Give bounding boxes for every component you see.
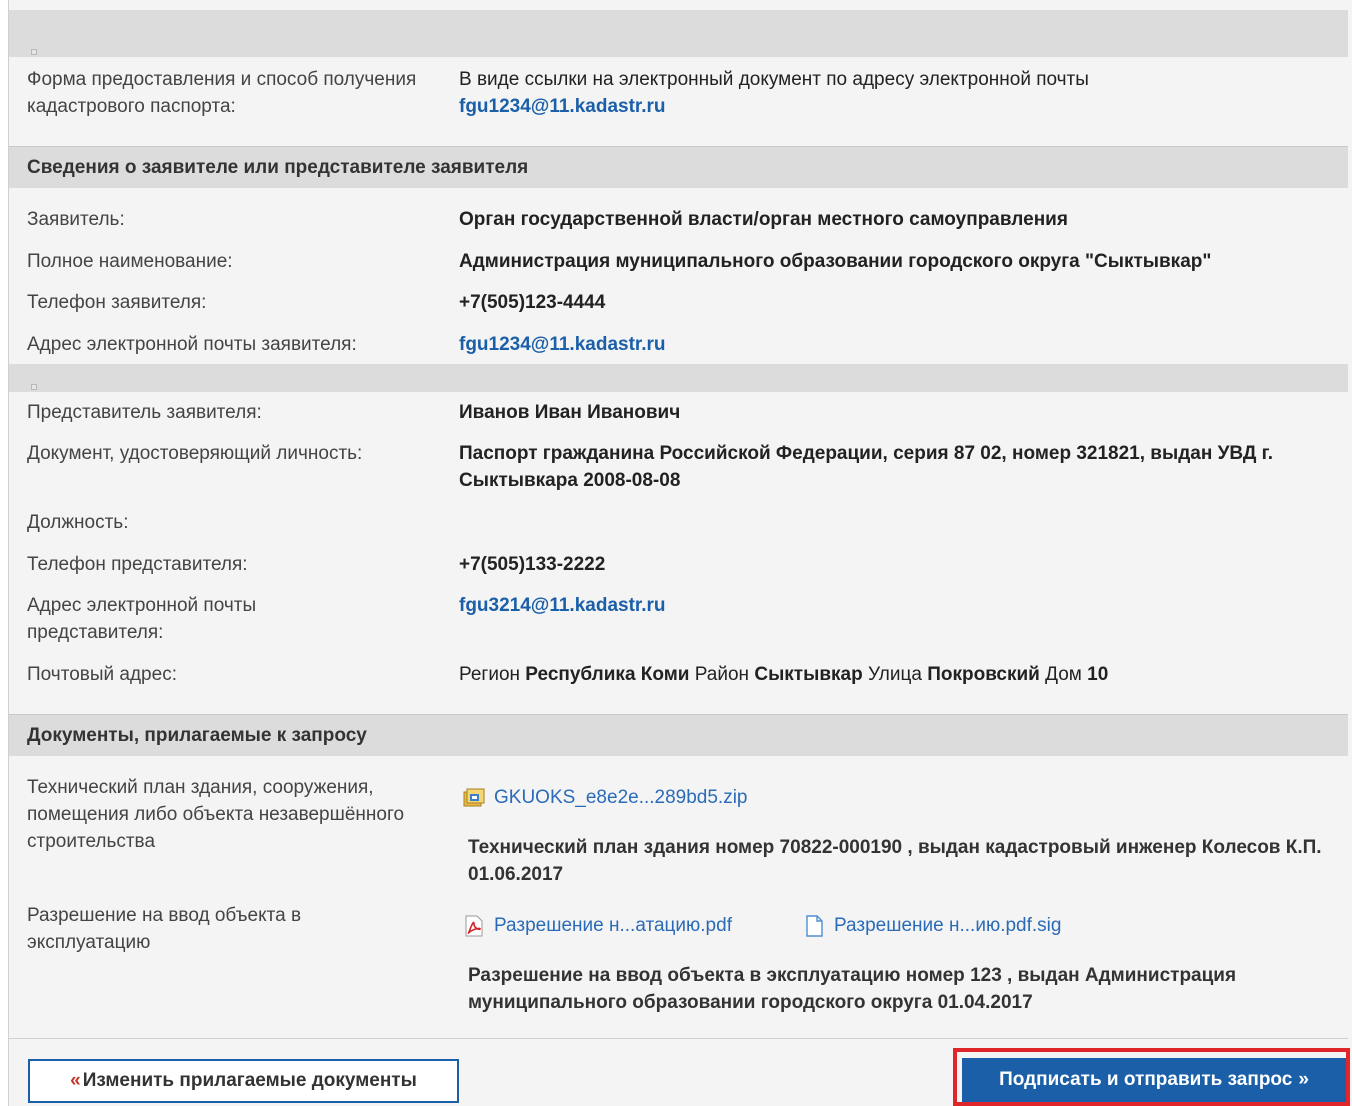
file-name[interactable]: Разрешение н...ию.pdf.sig [834, 912, 1061, 939]
applicant-label: Заявитель: [27, 209, 125, 230]
document-label-tech-plan: Технический план здания, сооружения, пом… [27, 777, 405, 852]
applicant-email-link[interactable]: fgu1234@11.kadastr.ru [459, 334, 666, 355]
rep-email-label: Адрес электронной почты представителя: [27, 595, 257, 643]
delivery-email-link[interactable]: fgu1234@11.kadastr.ru [459, 96, 666, 117]
id-document-label: Документ, удостоверяющий личность: [27, 443, 363, 464]
rep-phone-label: Телефон представителя: [27, 554, 248, 575]
file-icon [806, 914, 823, 937]
change-documents-label: Изменить прилагаемые документы [82, 1070, 417, 1091]
full-name-value: Администрация муниципального образовании… [459, 251, 1212, 272]
file-name[interactable]: Разрешение н...атацию.pdf [494, 912, 732, 939]
position-label: Должность: [27, 512, 129, 533]
file-link-zip[interactable]: GKUOKS_e8e2e...289bd5.zip [463, 784, 748, 811]
full-name-label: Полное наименование: [27, 251, 233, 272]
divider-bar [9, 10, 1348, 57]
postal-value: Регион Республика Коми Район Сыктывкар У… [459, 661, 1339, 688]
forward-arrow-icon: » [1298, 1069, 1309, 1090]
change-documents-button[interactable]: « Изменить прилагаемые документы [28, 1059, 459, 1103]
sign-and-submit-label: Подписать и отправить запрос [999, 1069, 1293, 1090]
file-link-sig[interactable]: Разрешение н...ию.pdf.sig [803, 912, 1061, 939]
sign-and-submit-button[interactable]: Подписать и отправить запрос » [962, 1058, 1346, 1102]
representative-value: Иванов Иван Иванович [459, 402, 681, 423]
applicant-phone-label: Телефон заявителя: [27, 292, 207, 313]
applicant-section-header: Сведения о заявителе или представителе з… [9, 146, 1348, 188]
delivery-label: Форма предоставления и способ получения … [27, 69, 417, 117]
rep-email-link[interactable]: fgu3214@11.kadastr.ru [459, 595, 666, 616]
postal-label: Почтовый адрес: [27, 664, 177, 685]
district-label: Район [694, 664, 750, 685]
document-label-permit: Разрешение на ввод объекта в эксплуатаци… [27, 905, 302, 953]
house-label: Дом [1045, 664, 1082, 685]
rep-email-value: fgu3214@11.kadastr.ru [459, 592, 1339, 619]
document-description: Технический план здания номер 70822-0001… [468, 837, 1322, 885]
region-value: Республика Коми [525, 664, 690, 685]
back-arrow-icon: « [70, 1070, 81, 1091]
region-label: Регион [459, 664, 521, 685]
district-value: Сыктывкар [754, 664, 863, 685]
rep-phone-value: +7(505)133-2222 [459, 554, 606, 575]
delivery-value: В виде ссылки на электронный документ по… [459, 66, 1339, 120]
id-document-value: Паспорт гражданина Российской Федерации,… [459, 443, 1273, 491]
applicant-email-value: fgu1234@11.kadastr.ru [459, 331, 1339, 358]
applicant-phone-value: +7(505)123-4444 [459, 292, 606, 313]
street-value: Покровский [927, 664, 1040, 685]
zip-archive-icon [463, 788, 485, 806]
pdf-icon [465, 915, 483, 936]
applicant-value: Орган государственной власти/орган местн… [459, 209, 1068, 230]
street-label: Улица [867, 664, 922, 685]
applicant-email-label: Адрес электронной почты заявителя: [27, 334, 357, 355]
documents-section-header: Документы, прилагаемые к запросу [9, 714, 1348, 756]
file-link-pdf[interactable]: Разрешение н...атацию.pdf [463, 912, 732, 939]
document-description: Разрешение на ввод объекта в эксплуатаци… [468, 965, 1237, 1013]
file-name[interactable]: GKUOKS_e8e2e...289bd5.zip [494, 784, 748, 811]
delivery-text: В виде ссылки на электронный документ по… [459, 69, 1089, 90]
house-value: 10 [1087, 664, 1109, 685]
divider-bar [9, 364, 1348, 392]
footer-divider [9, 1038, 1348, 1039]
representative-label: Представитель заявителя: [27, 402, 262, 423]
